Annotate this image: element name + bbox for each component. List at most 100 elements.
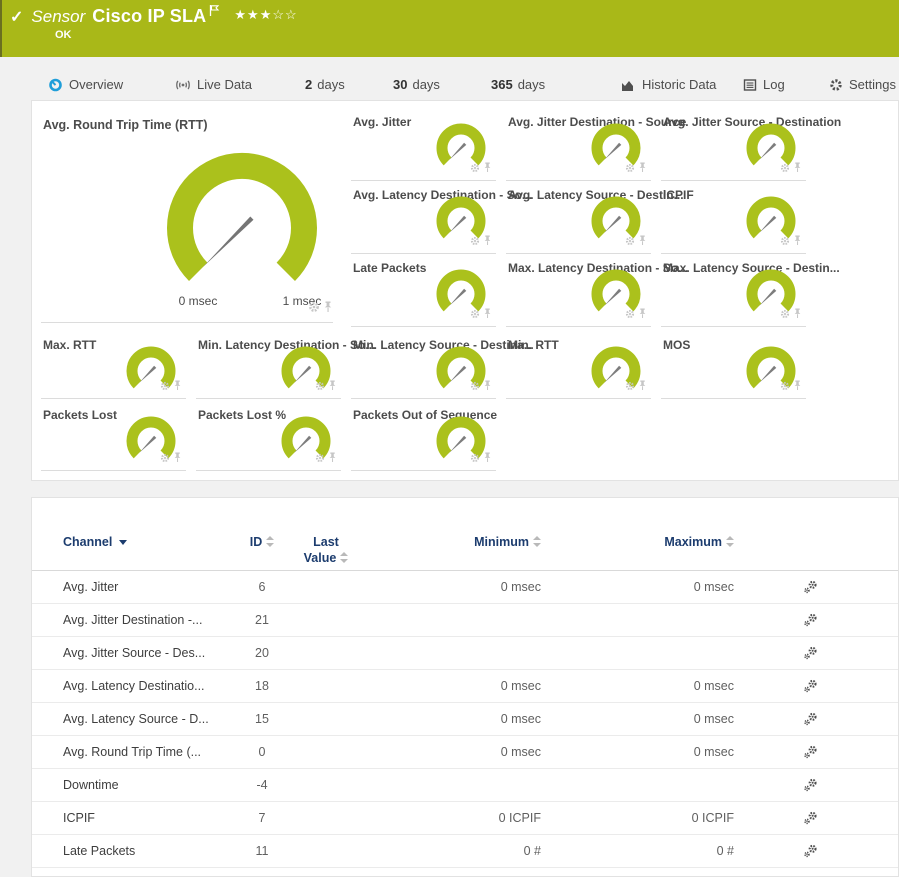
channel-id: 6 xyxy=(202,580,322,595)
gauge-pin-icon[interactable] xyxy=(173,378,182,396)
gauge-settings-gear-icon[interactable] xyxy=(625,160,635,178)
gauge-settings-gear-icon[interactable] xyxy=(780,160,790,178)
channel-table-row: Avg. Jitter Destination -... 21 xyxy=(32,604,898,637)
gauge-settings-gear-icon[interactable] xyxy=(780,233,790,251)
sort-arrows-icon xyxy=(726,536,734,547)
gauge-settings-gear-icon[interactable] xyxy=(625,306,635,324)
tab-days[interactable]: 30 days xyxy=(387,72,440,97)
tab-historic-data[interactable]: Historic Data xyxy=(621,72,716,97)
gauge-title: Avg. Round Trip Time (RTT) xyxy=(43,118,208,132)
gauge-settings-gear-icon[interactable] xyxy=(625,233,635,251)
channel-id: 20 xyxy=(202,646,322,661)
channel-table-row: Avg. Round Trip Time (... 0 0 msec 0 mse… xyxy=(32,736,898,769)
channel-settings-gears-icon[interactable] xyxy=(804,811,818,829)
gauge-settings-gear-icon[interactable] xyxy=(625,378,635,396)
channel-settings-gears-icon[interactable] xyxy=(804,646,818,664)
gauge-pin-icon[interactable] xyxy=(793,306,802,324)
gauge-tile-min-rtt: Min. RTT xyxy=(506,336,651,399)
status-check-icon: ✓ xyxy=(10,7,23,27)
gauge-title: Packets Lost xyxy=(43,408,117,422)
gauge-settings-gear-icon[interactable] xyxy=(470,450,480,468)
sensor-type-label: Sensor xyxy=(31,7,85,27)
gauge-settings-gear-icon[interactable] xyxy=(780,306,790,324)
channel-settings-gears-icon[interactable] xyxy=(804,712,818,730)
tab-days[interactable]: 2 days xyxy=(299,72,345,97)
flag-icon[interactable] xyxy=(209,4,220,22)
channel-table-row: Avg. Jitter 6 0 msec 0 msec xyxy=(32,571,898,604)
gauge-tile-avg-rtt: Avg. Round Trip Time (RTT) 0 msec 1 msec xyxy=(41,113,333,323)
tab-overview[interactable]: Overview xyxy=(48,72,123,97)
gauge-tile-max-rtt: Max. RTT xyxy=(41,336,186,399)
gauge-pin-icon[interactable] xyxy=(793,160,802,178)
gauge-pin-icon[interactable] xyxy=(483,450,492,468)
gauge-pin-icon[interactable] xyxy=(483,160,492,178)
channel-table-row: Downtime -4 xyxy=(32,769,898,802)
channels-table-panel: Channel ID Last Value Minimum Maximum Av… xyxy=(31,497,899,877)
channel-settings-gears-icon[interactable] xyxy=(804,778,818,796)
gauge-tile-avg-latency-destination-so: Avg. Latency Destination - So... xyxy=(351,186,496,254)
gauge-pin-icon[interactable] xyxy=(328,378,337,396)
gauge-settings-gear-icon[interactable] xyxy=(160,450,170,468)
gauge-title: Late Packets xyxy=(353,261,426,275)
gauge-pin-icon[interactable] xyxy=(793,233,802,251)
gauge-pin-icon[interactable] xyxy=(173,450,182,468)
gauge-tile-icpif: ICPIF xyxy=(661,186,806,254)
tab-label: Log xyxy=(763,77,785,92)
gauge-settings-gear-icon[interactable] xyxy=(470,160,480,178)
gauge-title: Packets Lost % xyxy=(198,408,286,422)
gauge-pin-icon[interactable] xyxy=(638,378,647,396)
gauge-settings-gear-icon[interactable] xyxy=(308,300,320,318)
channel-maximum: 0 msec xyxy=(534,580,734,595)
channel-settings-gears-icon[interactable] xyxy=(804,745,818,763)
channel-maximum: 0 # xyxy=(534,844,734,859)
gauge-pin-icon[interactable] xyxy=(638,233,647,251)
channel-settings-gears-icon[interactable] xyxy=(804,613,818,631)
channel-minimum: 0 msec xyxy=(341,580,541,595)
channel-settings-gears-icon[interactable] xyxy=(804,679,818,697)
channel-maximum: 0 msec xyxy=(534,679,734,694)
live-icon xyxy=(175,78,191,92)
sensor-status-badge: OK xyxy=(55,29,72,41)
gauge-settings-gear-icon[interactable] xyxy=(780,378,790,396)
priority-stars[interactable]: ★★★☆☆ xyxy=(234,7,297,23)
gauge-title: Avg. Jitter xyxy=(353,115,411,129)
column-header-minimum[interactable]: Minimum xyxy=(341,534,541,550)
gauge-settings-gear-icon[interactable] xyxy=(470,378,480,396)
gauge-min-label: 0 msec xyxy=(166,294,230,308)
gauge-pin-icon[interactable] xyxy=(328,450,337,468)
gauge-pin-icon[interactable] xyxy=(638,306,647,324)
gauge-pin-icon[interactable] xyxy=(483,378,492,396)
tab-label: Live Data xyxy=(197,77,252,92)
channel-minimum: 0 msec xyxy=(341,745,541,760)
tab-days[interactable]: 365 days xyxy=(485,72,545,97)
gauge-pin-icon[interactable] xyxy=(483,233,492,251)
gauge-tile-avg-jitter-source-destination: Avg. Jitter Source - Destination xyxy=(661,113,806,181)
tab-live-data[interactable]: Live Data xyxy=(175,72,252,97)
chart-icon xyxy=(621,78,636,92)
gauge-settings-gear-icon[interactable] xyxy=(315,450,325,468)
gauge-tile-mos: MOS xyxy=(661,336,806,399)
tab-label: Settings xyxy=(849,77,896,92)
gauge-settings-gear-icon[interactable] xyxy=(160,378,170,396)
channel-id: -4 xyxy=(202,778,322,793)
tab-settings[interactable]: Settings xyxy=(829,72,896,97)
tab-label: days xyxy=(412,77,439,92)
gauge-pin-icon[interactable] xyxy=(483,306,492,324)
channel-id: 0 xyxy=(202,745,322,760)
gauge-pin-icon[interactable] xyxy=(323,300,333,318)
channel-id: 21 xyxy=(202,613,322,628)
gauge-tile-min-latency-destination-so: Min. Latency Destination - So... xyxy=(196,336,341,399)
column-header-maximum[interactable]: Maximum xyxy=(534,534,734,550)
channel-table-row: Avg. Jitter Source - Des... 20 xyxy=(32,637,898,670)
tab-log[interactable]: Log xyxy=(743,72,785,97)
gauge-settings-gear-icon[interactable] xyxy=(315,378,325,396)
gauge-settings-gear-icon[interactable] xyxy=(470,233,480,251)
tab-label: Historic Data xyxy=(642,77,716,92)
channel-settings-gears-icon[interactable] xyxy=(804,580,818,598)
gauge-pin-icon[interactable] xyxy=(793,378,802,396)
column-header-channel[interactable]: Channel xyxy=(63,534,127,550)
gauge-pin-icon[interactable] xyxy=(638,160,647,178)
gauge-settings-gear-icon[interactable] xyxy=(470,306,480,324)
channel-settings-gears-icon[interactable] xyxy=(804,844,818,862)
channel-minimum: 0 msec xyxy=(341,679,541,694)
